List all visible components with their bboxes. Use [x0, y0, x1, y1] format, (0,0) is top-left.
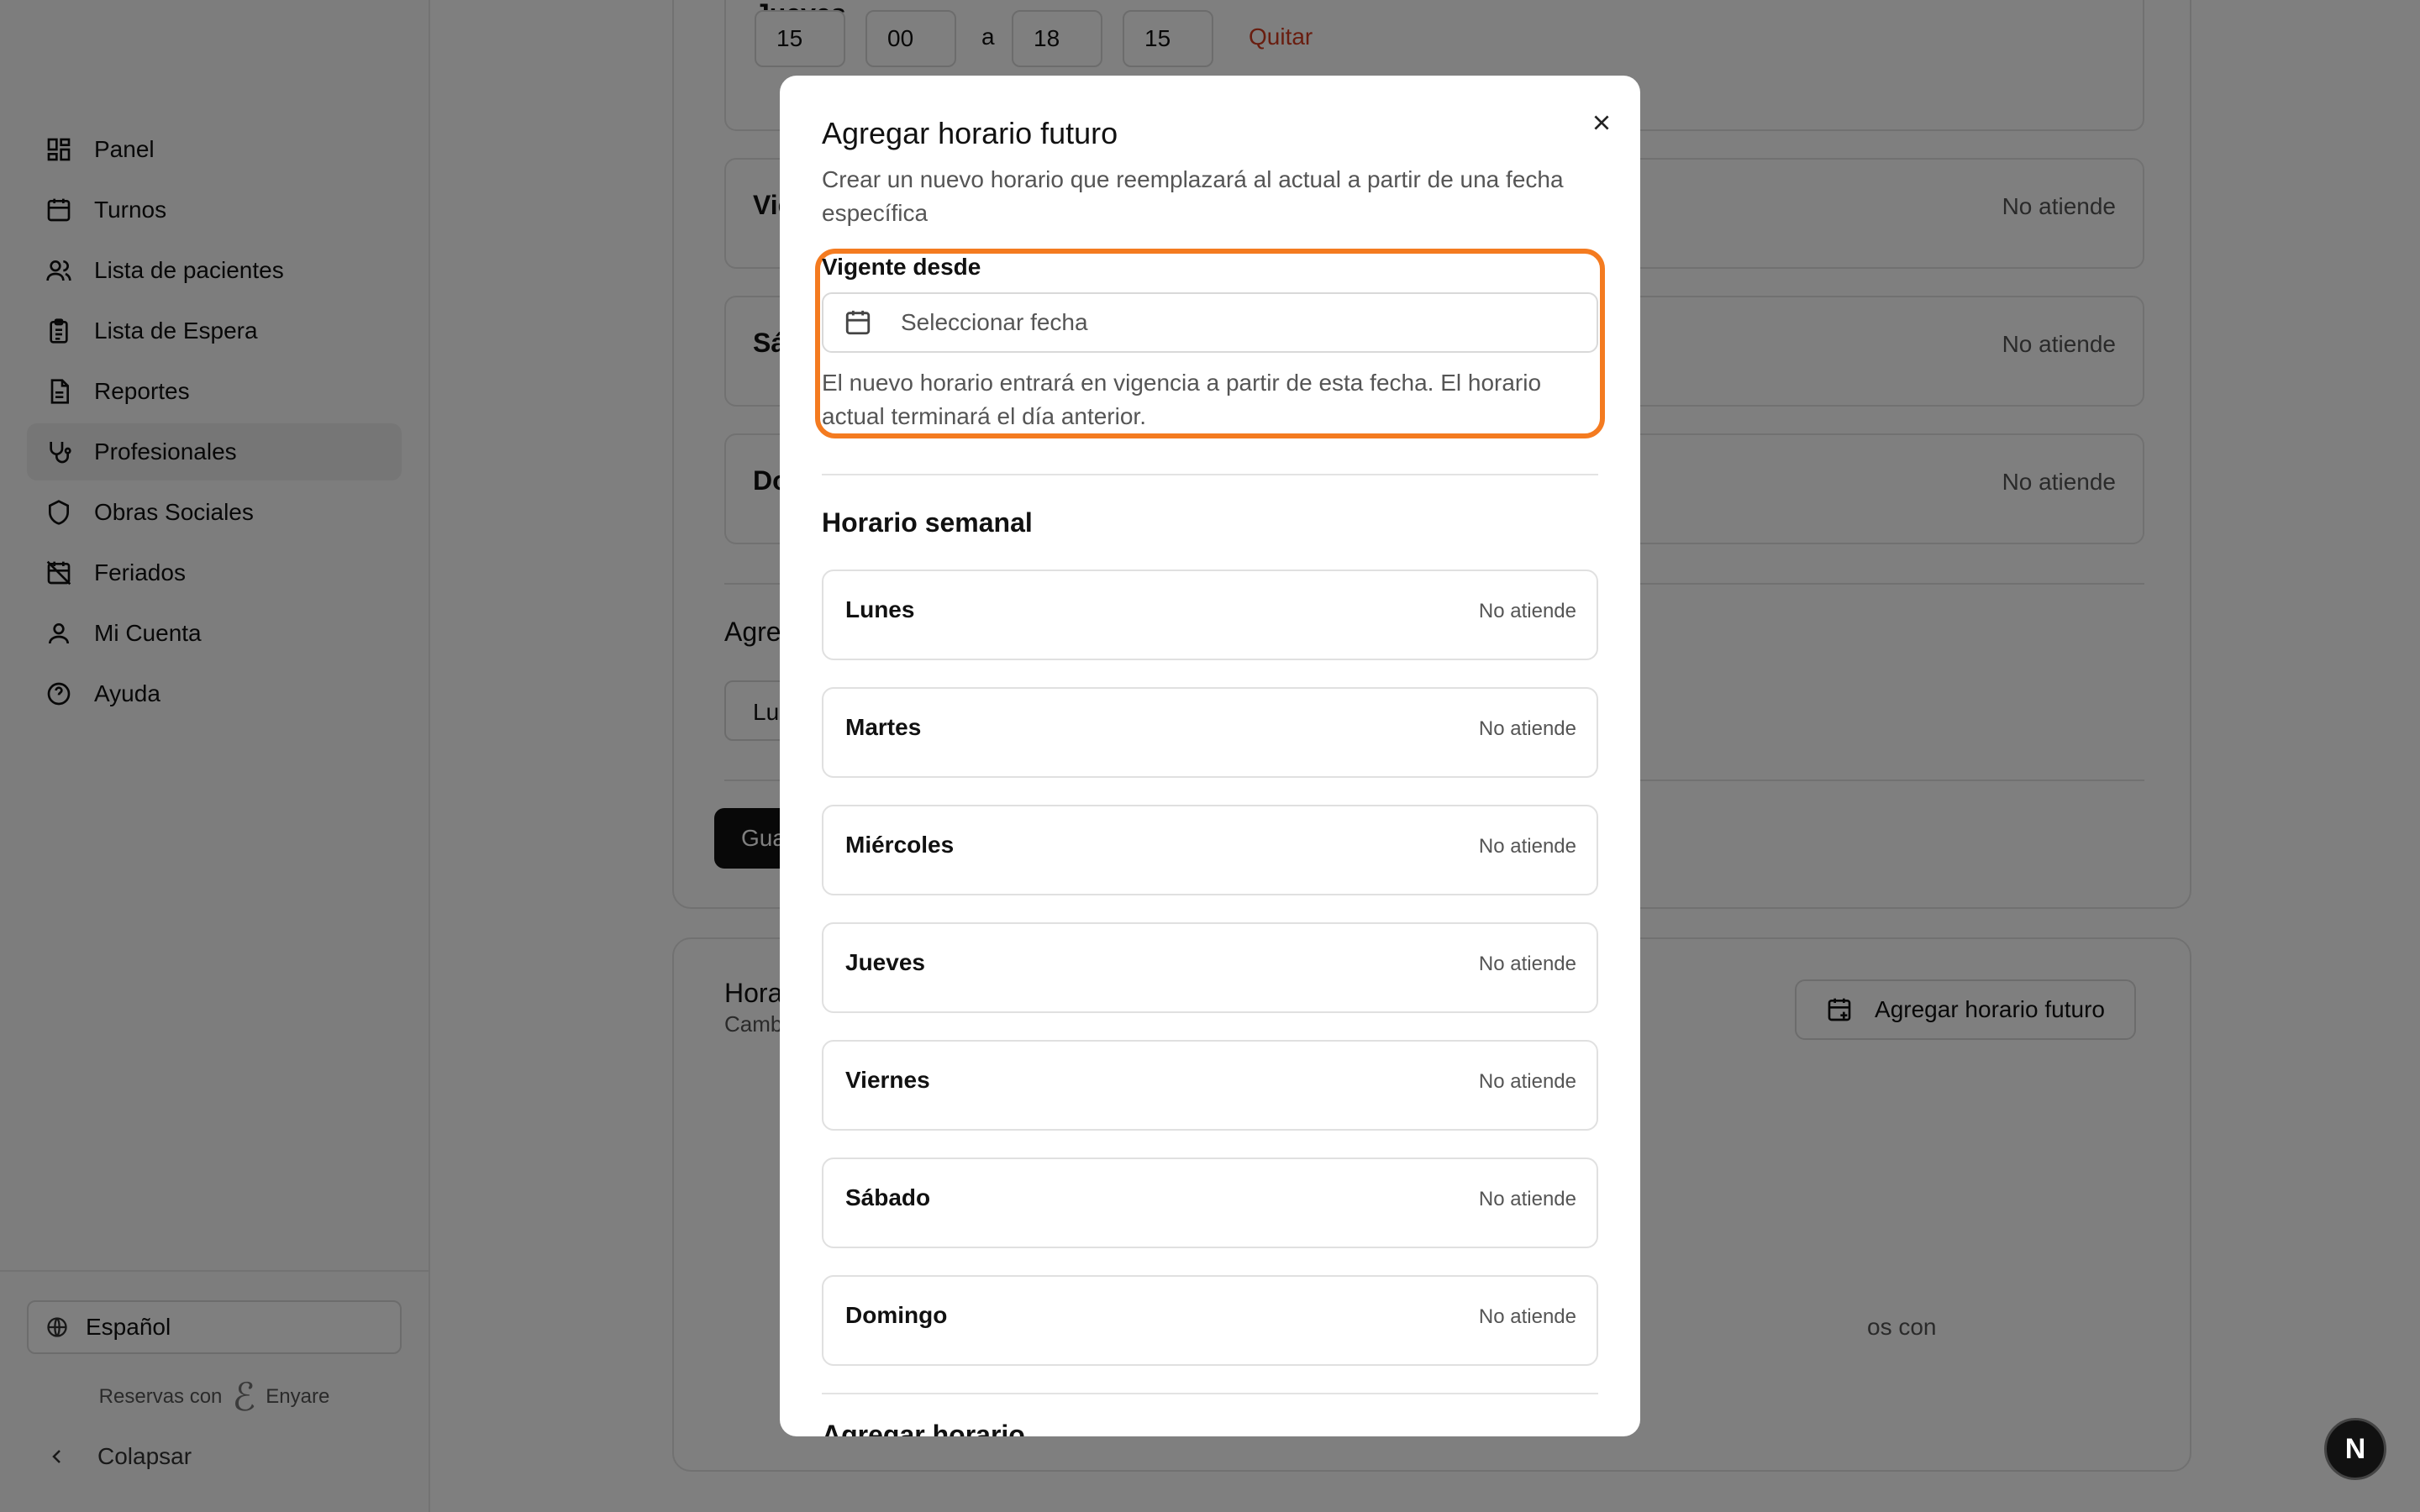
day-row-miercoles: Miércoles No atiende — [822, 805, 1598, 895]
close-icon — [1594, 115, 1609, 130]
day-row-sabado: Sábado No atiende — [822, 1158, 1598, 1248]
day-status: No atiende — [1478, 600, 1576, 622]
add-range-section-title: Agregar horario — [822, 1420, 1025, 1436]
dialog-title: Agregar horario futuro — [822, 116, 1118, 150]
day-label: Martes — [845, 714, 922, 740]
effective-date-help: El nuevo horario entrará en vigencia a p… — [822, 370, 1542, 429]
day-row-lunes: Lunes No atiende — [822, 570, 1598, 660]
day-row-domingo: Domingo No atiende — [822, 1275, 1598, 1366]
close-button[interactable] — [1585, 106, 1618, 139]
day-label: Domingo — [845, 1302, 948, 1328]
day-label: Jueves — [845, 949, 925, 975]
divider — [822, 1393, 1598, 1394]
day-status: No atiende — [1478, 835, 1576, 858]
day-status: No atiende — [1478, 953, 1576, 975]
effective-date-label: Vigente desde — [822, 254, 981, 280]
effective-date-picker[interactable]: Seleccionar fecha — [822, 292, 1598, 353]
divider — [822, 474, 1598, 475]
day-label: Miércoles — [845, 832, 955, 858]
day-label: Sábado — [845, 1184, 931, 1210]
weekly-schedule-title: Horario semanal — [822, 507, 1033, 538]
add-future-schedule-dialog: Agregar horario futuro Crear un nuevo ho… — [780, 76, 1640, 1436]
day-label: Lunes — [845, 596, 915, 622]
day-row-martes: Martes No atiende — [822, 687, 1598, 778]
dev-tools-badge[interactable]: N — [2324, 1418, 2386, 1480]
day-row-jueves: Jueves No atiende — [822, 922, 1598, 1013]
day-status: No atiende — [1478, 1188, 1576, 1210]
day-label: Viernes — [845, 1067, 930, 1093]
calendar-icon — [845, 310, 871, 335]
day-status: No atiende — [1478, 1070, 1576, 1093]
day-row-viernes: Viernes No atiende — [822, 1040, 1598, 1131]
day-status: No atiende — [1478, 1305, 1576, 1328]
day-status: No atiende — [1478, 717, 1576, 740]
date-placeholder: Seleccionar fecha — [901, 309, 1088, 335]
dialog-subtitle: Crear un nuevo horario que reemplazará a… — [822, 166, 1564, 226]
